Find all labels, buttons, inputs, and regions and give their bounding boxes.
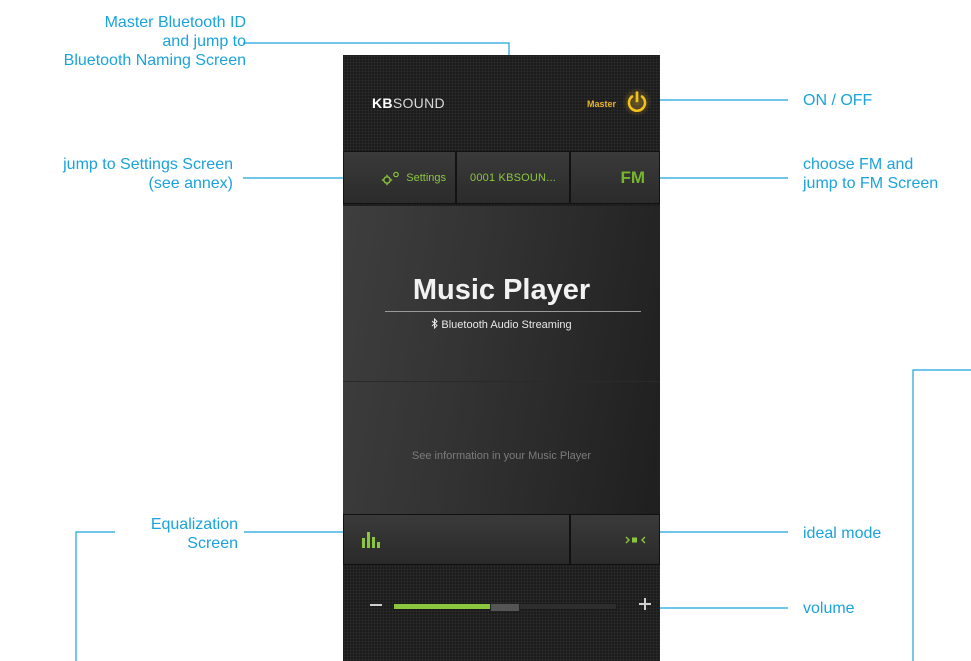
ideal-mode-button[interactable] [570, 514, 660, 565]
connector-right-bracket [912, 369, 971, 661]
annotation-master-id: Master Bluetooth ID and jump to Bluetoot… [63, 14, 246, 69]
ideal-mode-icon [625, 536, 646, 543]
annotation-settings: jump to Settings Screen (see annex) [63, 156, 233, 192]
volume-up-icon[interactable] [639, 598, 651, 610]
bluetooth-id-label: 0001 KBSOUN... [470, 171, 556, 184]
volume-slider[interactable] [393, 603, 617, 612]
master-label: Master [587, 99, 617, 109]
annotated-screenshot: Master Bluetooth ID and jump to Bluetoot… [0, 0, 971, 661]
volume-down-icon[interactable] [370, 604, 382, 606]
page-subtitle: Bluetooth Audio Streaming [343, 317, 660, 331]
settings-label: Settings [406, 171, 446, 184]
bluetooth-id-button[interactable]: 0001 KBSOUN... [456, 151, 570, 204]
bottom-button-row [343, 514, 660, 566]
music-player-panel: Music Player Bluetooth Audio Streaming S… [343, 206, 660, 514]
annotation-on-off: ON / OFF [803, 92, 873, 109]
annotation-fm: choose FM and jump to FM Screen [803, 156, 939, 192]
power-icon [627, 91, 647, 112]
fm-label: FM [620, 167, 645, 187]
gear-icon [382, 171, 400, 185]
fm-button[interactable]: FM [570, 151, 660, 204]
bluetooth-icon [431, 317, 439, 330]
settings-button[interactable]: Settings [343, 151, 456, 204]
volume-row [343, 566, 660, 661]
top-tab-row: Settings 0001 KBSOUN... FM [343, 151, 660, 206]
annotation-ideal-mode: ideal mode [803, 525, 882, 542]
top-bar: KBSOUND Master [343, 55, 660, 151]
title-divider [385, 311, 641, 312]
phone-screen: KBSOUND Master Settings 0001 KBSOUN... F… [343, 55, 660, 661]
equalizer-button[interactable] [343, 514, 570, 565]
info-text: See information in your Music Player [411, 450, 592, 462]
power-button[interactable] [623, 88, 651, 116]
page-title: Music Player [412, 274, 591, 306]
panel-divider [343, 381, 660, 382]
annotation-volume: volume [803, 600, 855, 617]
brand-logo: KBSOUND [372, 95, 445, 111]
equalizer-bars-icon [362, 531, 380, 548]
volume-handle[interactable] [490, 603, 520, 612]
annotation-equalization: Equalization Screen [150, 516, 238, 552]
volume-fill [394, 604, 494, 609]
